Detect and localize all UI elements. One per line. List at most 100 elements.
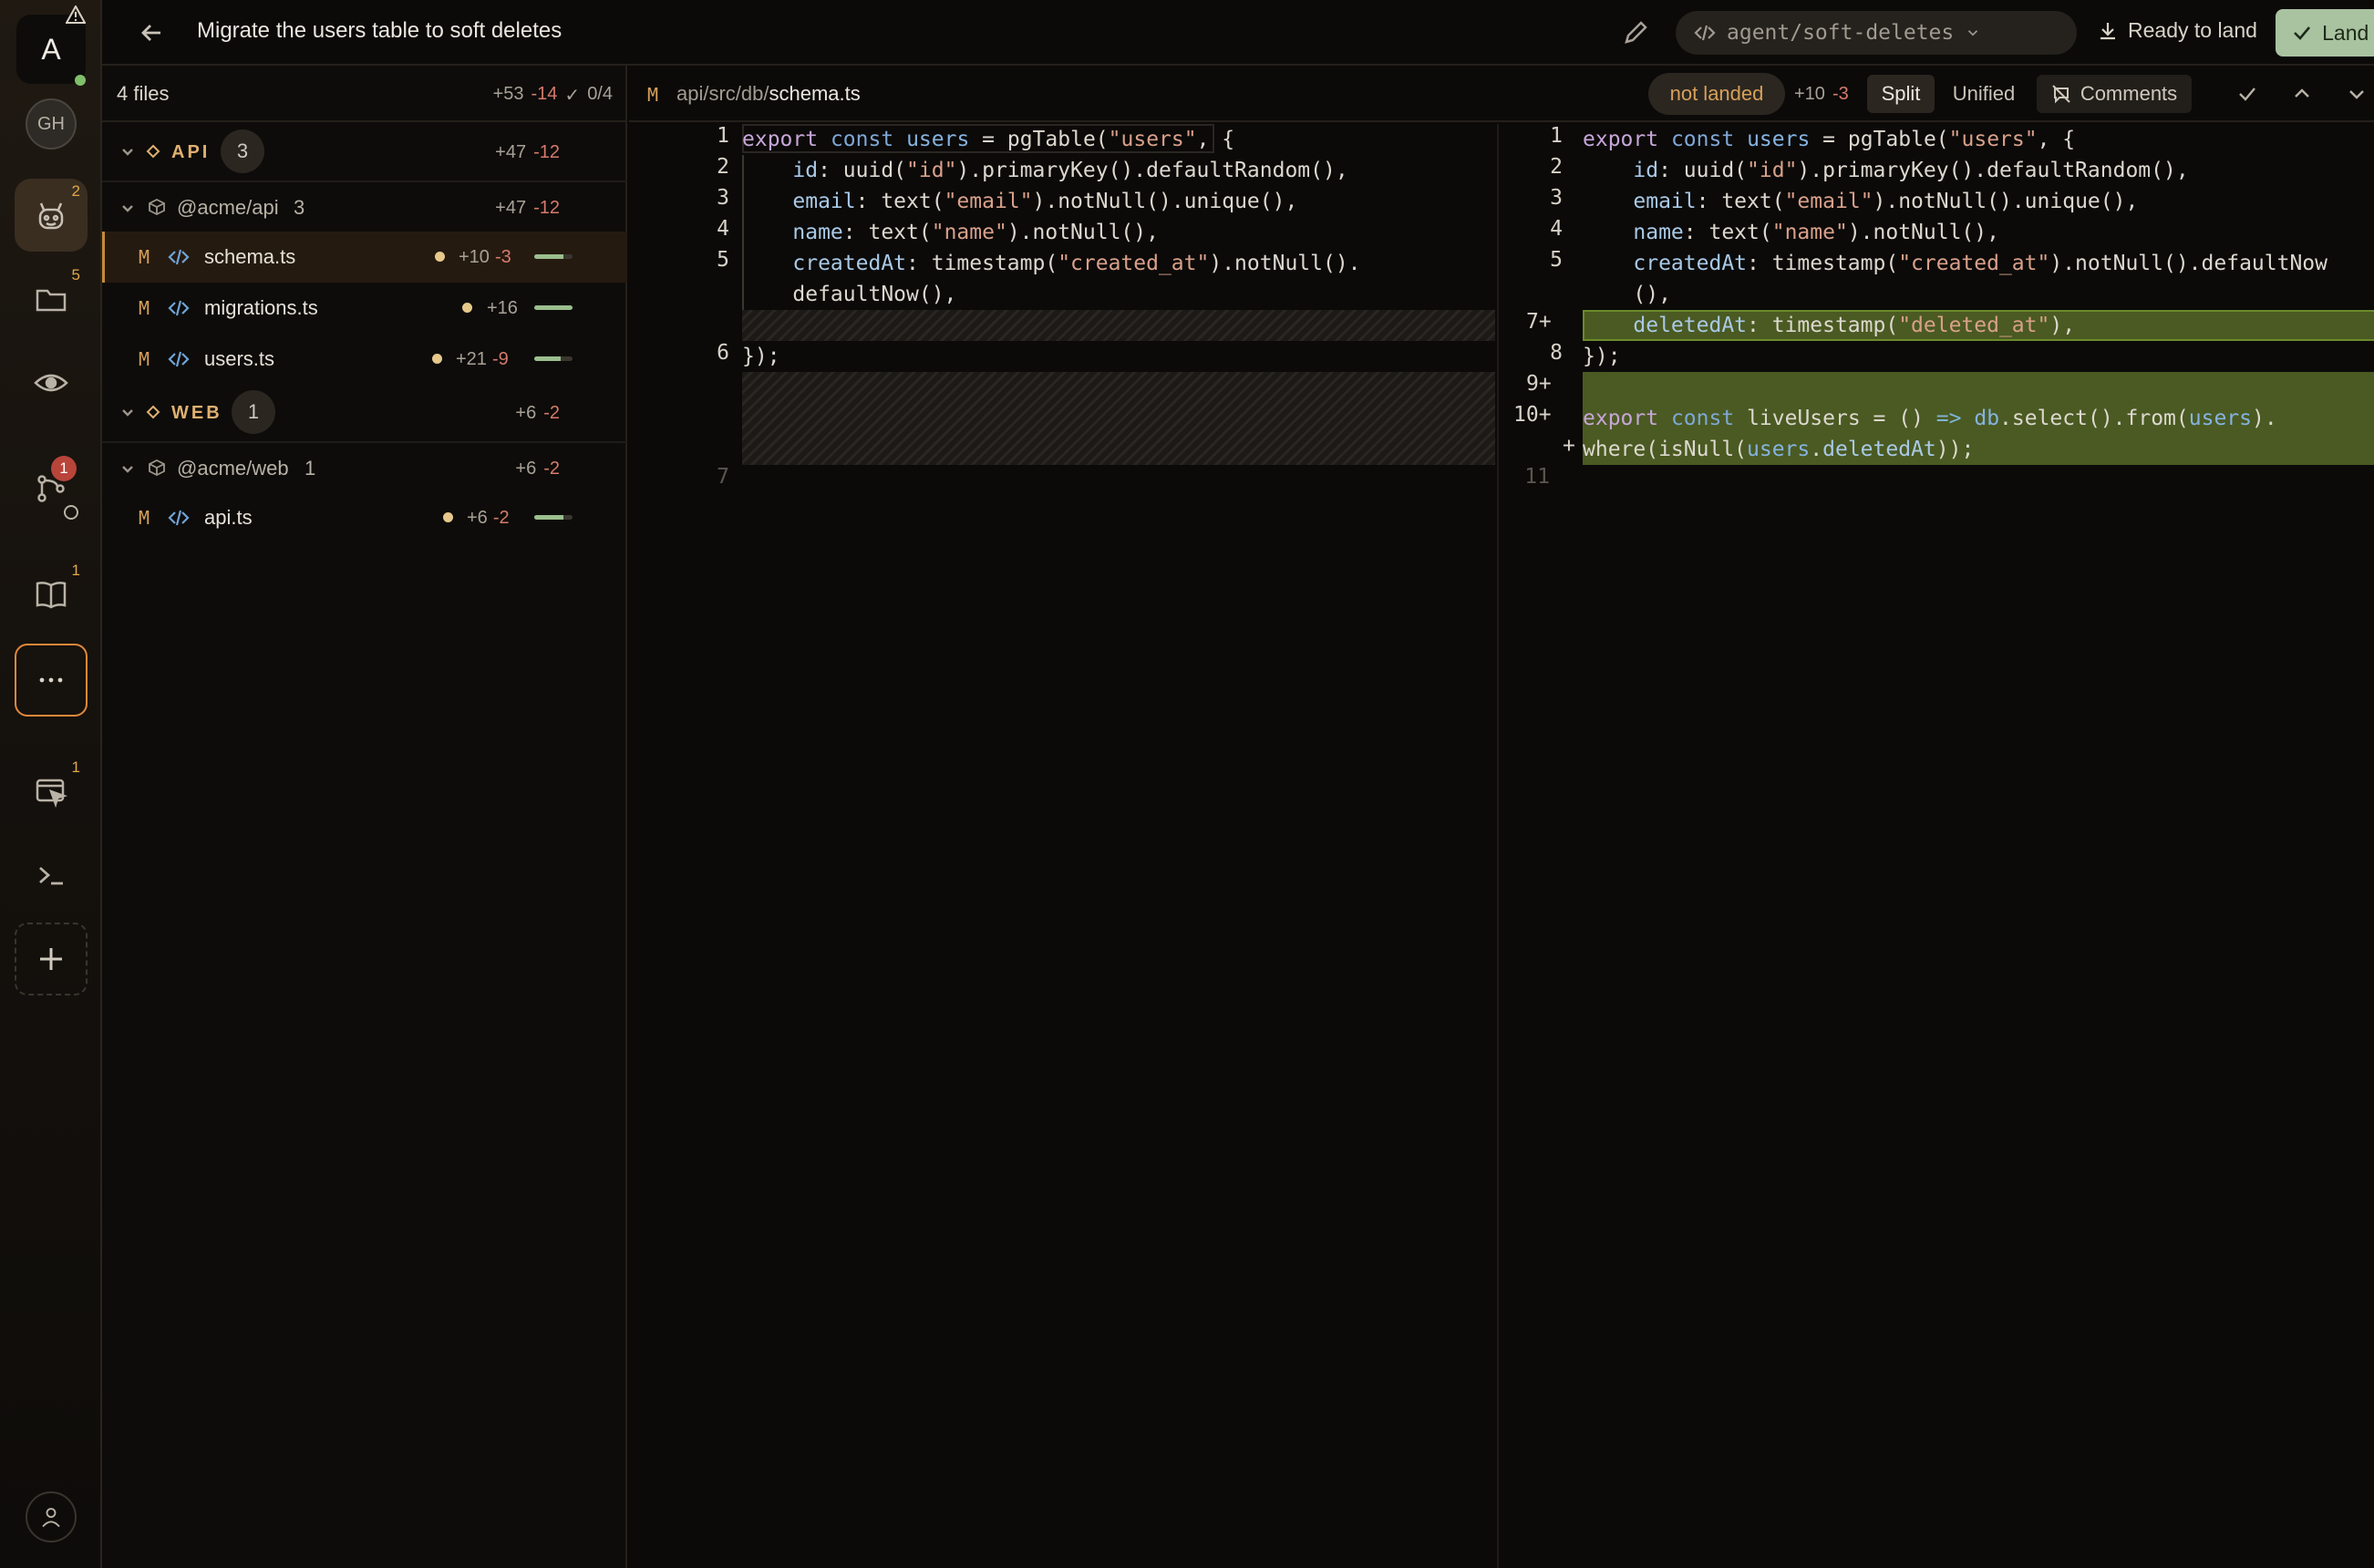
file-status: M	[139, 507, 150, 529]
file-stats: +6 -2	[467, 508, 510, 529]
branch-name: agent/soft-deletes	[1727, 21, 1955, 45]
more-apps-button[interactable]	[15, 644, 88, 717]
package-count: 3	[294, 196, 305, 219]
plus-icon	[40, 948, 62, 970]
package-icon	[149, 198, 165, 216]
file-additions: +6	[467, 508, 488, 528]
package-icon	[149, 459, 165, 477]
branches-button[interactable]: 1	[15, 452, 88, 525]
land-now-button[interactable]: Land now	[2276, 9, 2374, 57]
mark-reviewed-icon[interactable]	[2235, 82, 2259, 106]
chevron-down-icon	[122, 149, 133, 156]
comments-label: Comments	[2080, 82, 2178, 105]
branch-selector[interactable]: agent/soft-deletes	[1676, 11, 2077, 55]
line-number: 10+	[1513, 403, 1552, 427]
modified-dot	[462, 303, 472, 313]
line-number: 6	[717, 341, 729, 365]
account-button[interactable]	[26, 1491, 77, 1542]
code-file-icon	[168, 300, 190, 316]
line-number: 4	[717, 217, 729, 241]
group-additions: +47	[495, 142, 527, 162]
modified-dot	[435, 252, 445, 262]
file-stats: +21 -9	[456, 349, 509, 370]
chevron-down-icon	[122, 466, 133, 473]
diff-left-pane[interactable]: 1 2 3 4 5 6 7 export const users = pgTab…	[629, 124, 1495, 1568]
code-icon	[1694, 25, 1716, 41]
edit-title-button[interactable]	[1619, 16, 1652, 49]
terminal-button[interactable]	[15, 839, 88, 912]
workspace-avatar[interactable]: A	[16, 15, 86, 84]
package-row-acme-web[interactable]: @acme/web 1 +6 -2	[102, 443, 627, 492]
file-path-name: schema.ts	[769, 82, 861, 105]
package-row-acme-api[interactable]: @acme/api 3 +47 -12	[102, 182, 627, 232]
package-deletions: -2	[543, 459, 560, 479]
file-row-schema[interactable]: M schema.ts +10 -3	[102, 232, 627, 283]
file-status: M	[139, 348, 150, 370]
total-deletions: -14	[531, 84, 558, 104]
diff-right-pane[interactable]: 1 2 3 4 5 7+ 8 9+ 10+ + 11 export const …	[1497, 124, 2374, 1568]
file-name: users.ts	[204, 347, 275, 370]
modified-dot	[432, 354, 442, 364]
arrow-left-icon	[141, 25, 160, 41]
download-icon	[2100, 22, 2115, 39]
land-now-label: Land now	[2322, 20, 2374, 45]
pencil-icon	[1625, 21, 1647, 44]
package-name: @acme/web	[177, 457, 289, 480]
chevron-down-icon[interactable]	[2345, 82, 2369, 106]
modified-dot	[443, 512, 453, 522]
diff-stats: +10 -3	[1794, 84, 1849, 105]
change-ratio-bar	[534, 356, 573, 361]
file-path-dir: api/src/db/	[676, 82, 769, 105]
line-number: 9+	[1526, 372, 1552, 396]
back-button[interactable]	[135, 16, 168, 49]
diamond-icon	[146, 144, 160, 159]
file-additions: +21	[456, 349, 487, 369]
change-ratio-bar	[534, 254, 573, 259]
reviewed-check-icon: ✓	[564, 86, 581, 106]
book-icon	[36, 582, 67, 609]
group-row-web[interactable]: WEB 1 +6 -2	[102, 385, 627, 439]
chevron-up-icon[interactable]	[2290, 82, 2314, 106]
split-view-button[interactable]: Split	[1867, 75, 1935, 113]
eye-icon	[34, 374, 68, 392]
group-count-badge: 1	[232, 390, 275, 434]
package-additions: +6	[515, 459, 537, 479]
top-bar: Migrate the users table to soft deletes …	[102, 0, 2374, 66]
ready-to-land-button[interactable]: Ready to land	[2097, 18, 2257, 43]
file-row-users[interactable]: M users.ts +21 -9	[102, 334, 627, 385]
file-row-migrations[interactable]: M migrations.ts +16	[102, 283, 627, 334]
chevron-down-icon	[122, 409, 133, 417]
code-file-icon	[168, 351, 190, 367]
sync-status-icon	[64, 505, 78, 520]
package-count: 1	[304, 457, 316, 480]
workspace-letter: A	[41, 32, 61, 66]
file-row-api[interactable]: M api.ts +6 -2	[102, 492, 627, 543]
review-button[interactable]	[15, 346, 88, 419]
diamond-icon	[146, 405, 160, 419]
unified-view-button[interactable]: Unified	[1944, 75, 2024, 113]
agents-badge: 2	[71, 182, 80, 200]
files-button[interactable]: 5	[15, 263, 88, 335]
new-session-button[interactable]	[15, 923, 88, 995]
total-additions: +53	[492, 84, 524, 104]
line-number: 3	[717, 186, 729, 210]
diff-header: M api/src/db/schema.ts not landed +10 -3…	[629, 66, 2374, 122]
files-count: 4 files	[117, 82, 170, 105]
line-number: 5	[717, 248, 729, 272]
group-row-api[interactable]: API 3 +47 -12	[102, 124, 627, 179]
change-ratio-bar	[534, 305, 573, 310]
comments-toggle-button[interactable]: Comments	[2037, 75, 2192, 113]
ready-to-land-label: Ready to land	[2128, 18, 2257, 42]
docs-button[interactable]: 1	[15, 558, 88, 631]
file-deletions: -3	[494, 247, 511, 267]
browser-button[interactable]: 1	[15, 755, 88, 828]
chevron-down-icon	[1968, 30, 1978, 36]
github-avatar[interactable]: GH	[26, 98, 77, 150]
agents-button[interactable]: 2	[15, 179, 88, 252]
files-badge: 5	[71, 266, 80, 284]
line-number: 2	[717, 155, 729, 179]
warning-icon	[65, 4, 87, 24]
file-deletions: -2	[492, 508, 510, 528]
file-name: migrations.ts	[204, 296, 318, 319]
browser-badge: 1	[71, 758, 80, 776]
